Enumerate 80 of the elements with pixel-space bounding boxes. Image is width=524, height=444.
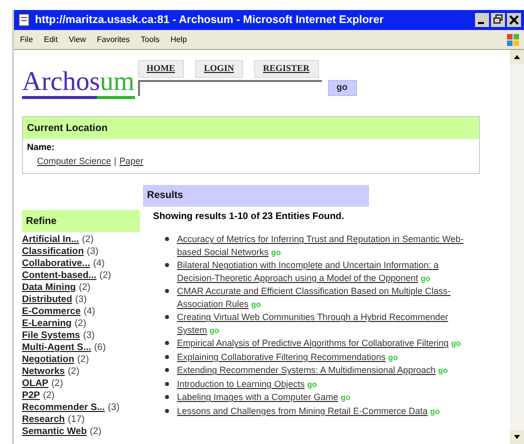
breadcrumb-link[interactable]: Paper <box>119 154 144 168</box>
bullet-icon <box>165 408 169 413</box>
result-link[interactable]: Lessons and Challenges from Mining Retail E-Commerce Data go <box>177 404 440 418</box>
menu-item[interactable]: Tools <box>140 34 160 46</box>
category-link[interactable]: Research <box>22 414 65 426</box>
category-count: (2) <box>42 390 55 402</box>
bullet-icon <box>165 341 169 346</box>
category-count: (2) <box>99 270 112 282</box>
bullet-icon <box>165 368 169 372</box>
menu-item[interactable]: Help <box>170 34 187 46</box>
bullet-icon <box>165 289 169 294</box>
category-count: (2) <box>90 426 102 438</box>
bullet-icon <box>165 237 169 242</box>
category-count: (17) <box>68 414 85 426</box>
nav-link[interactable]: REGISTER <box>254 60 319 78</box>
result-link[interactable]: Accuracy of Metrics for Inferring Trust and Reputation in Semantic Web-based Social Networks go <box>177 233 466 260</box>
category-link[interactable]: Multi-Agent S... <box>22 342 92 354</box>
breadcrumb-link[interactable]: Computer Science <box>37 154 112 168</box>
category-link[interactable]: P2P <box>22 390 40 402</box>
result-link[interactable]: Extending Recommender Systems: A Multidimensional Approach go <box>177 364 448 378</box>
result-link[interactable]: Labeling Images with a Computer Game go <box>177 391 350 405</box>
category-count: (3) <box>86 246 98 258</box>
menu-item[interactable]: View <box>68 34 86 46</box>
category-count: (2) <box>77 354 89 366</box>
category-link[interactable]: OLAP <box>22 378 48 390</box>
result-link[interactable]: Bilateral Negotiation with Incomplete and Uncertain Information: a Decision-Theoretic Approach using a Model of the Opponent go <box>177 259 466 286</box>
go-button[interactable]: go <box>328 80 356 96</box>
category-link[interactable]: Distributed <box>22 294 72 306</box>
minimize-icon[interactable] <box>475 13 489 27</box>
refine-header: Refine <box>22 210 140 232</box>
scroll-up-icon[interactable] <box>510 50 524 64</box>
page-icon <box>17 13 31 27</box>
category-link[interactable]: Data Mining <box>22 282 76 294</box>
result-link[interactable]: Introduction to Learning Objects go <box>177 378 317 392</box>
result-link[interactable]: CMAR Accurate and Efficient Classification Based on Multiple Class-Association Rules go <box>177 285 466 312</box>
nav-link[interactable]: LOGIN <box>195 60 244 78</box>
result-link[interactable]: Empirical Analysis of Predictive Algorithms for Collaborative Filtering go <box>177 337 461 351</box>
category-count: (3) <box>108 402 120 414</box>
restore-icon[interactable] <box>491 13 505 27</box>
category-link[interactable]: E-Commerce <box>22 306 81 318</box>
bullet-icon <box>165 263 169 268</box>
category-count: (2) <box>78 282 90 294</box>
scroll-down-icon[interactable] <box>510 430 524 444</box>
category-link[interactable]: E-Learning <box>22 318 72 330</box>
category-link[interactable]: Semantic Web <box>22 426 87 438</box>
results-summary: Showing results 1-10 of 23 Entities Found. <box>152 210 346 224</box>
category-count: (2) <box>74 318 86 330</box>
logo[interactable]: Archosum <box>22 66 134 96</box>
close-icon[interactable] <box>507 13 521 27</box>
location-header: Current Location <box>23 117 479 139</box>
category-count: (3) <box>75 294 87 306</box>
nav-link[interactable]: HOME <box>138 60 184 78</box>
bullet-icon <box>165 395 169 400</box>
windows-logo-icon <box>506 32 520 46</box>
category-count: (2) <box>51 378 64 390</box>
bullet-icon <box>165 315 169 320</box>
result-link[interactable]: Explaining Collaborative Filtering Recommendations go <box>177 350 398 364</box>
path-separator: | <box>114 154 116 168</box>
bullet-icon <box>165 382 169 386</box>
category-link[interactable]: Collaborative... <box>22 258 90 270</box>
name-label: Name: <box>27 141 56 154</box>
window-title: http://maritza.usask.ca:81 - Archosum - Microsoft Internet Explorer <box>35 12 385 28</box>
category-link[interactable]: Recommender S... <box>22 402 105 414</box>
category-count: (4) <box>84 306 96 318</box>
category-link[interactable]: Content-based... <box>22 270 96 282</box>
category-count: (2) <box>82 234 94 246</box>
category-link[interactable]: Negotiation <box>22 354 74 366</box>
menu-item[interactable]: Edit <box>44 34 58 46</box>
menu-item[interactable]: Favorites <box>96 34 130 46</box>
category-link[interactable]: File Systems <box>22 330 80 342</box>
category-link[interactable]: Classification <box>22 246 84 258</box>
category-link[interactable]: Networks <box>22 366 65 378</box>
category-count: (4) <box>93 258 105 270</box>
bullet-icon <box>165 354 169 359</box>
category-link[interactable]: Artificial In... <box>22 234 80 246</box>
category-count: (3) <box>83 330 95 342</box>
results-header: Results <box>143 185 369 207</box>
category-count: (2) <box>68 366 80 378</box>
category-count: (6) <box>94 342 106 354</box>
menu-item[interactable]: File <box>20 34 33 46</box>
